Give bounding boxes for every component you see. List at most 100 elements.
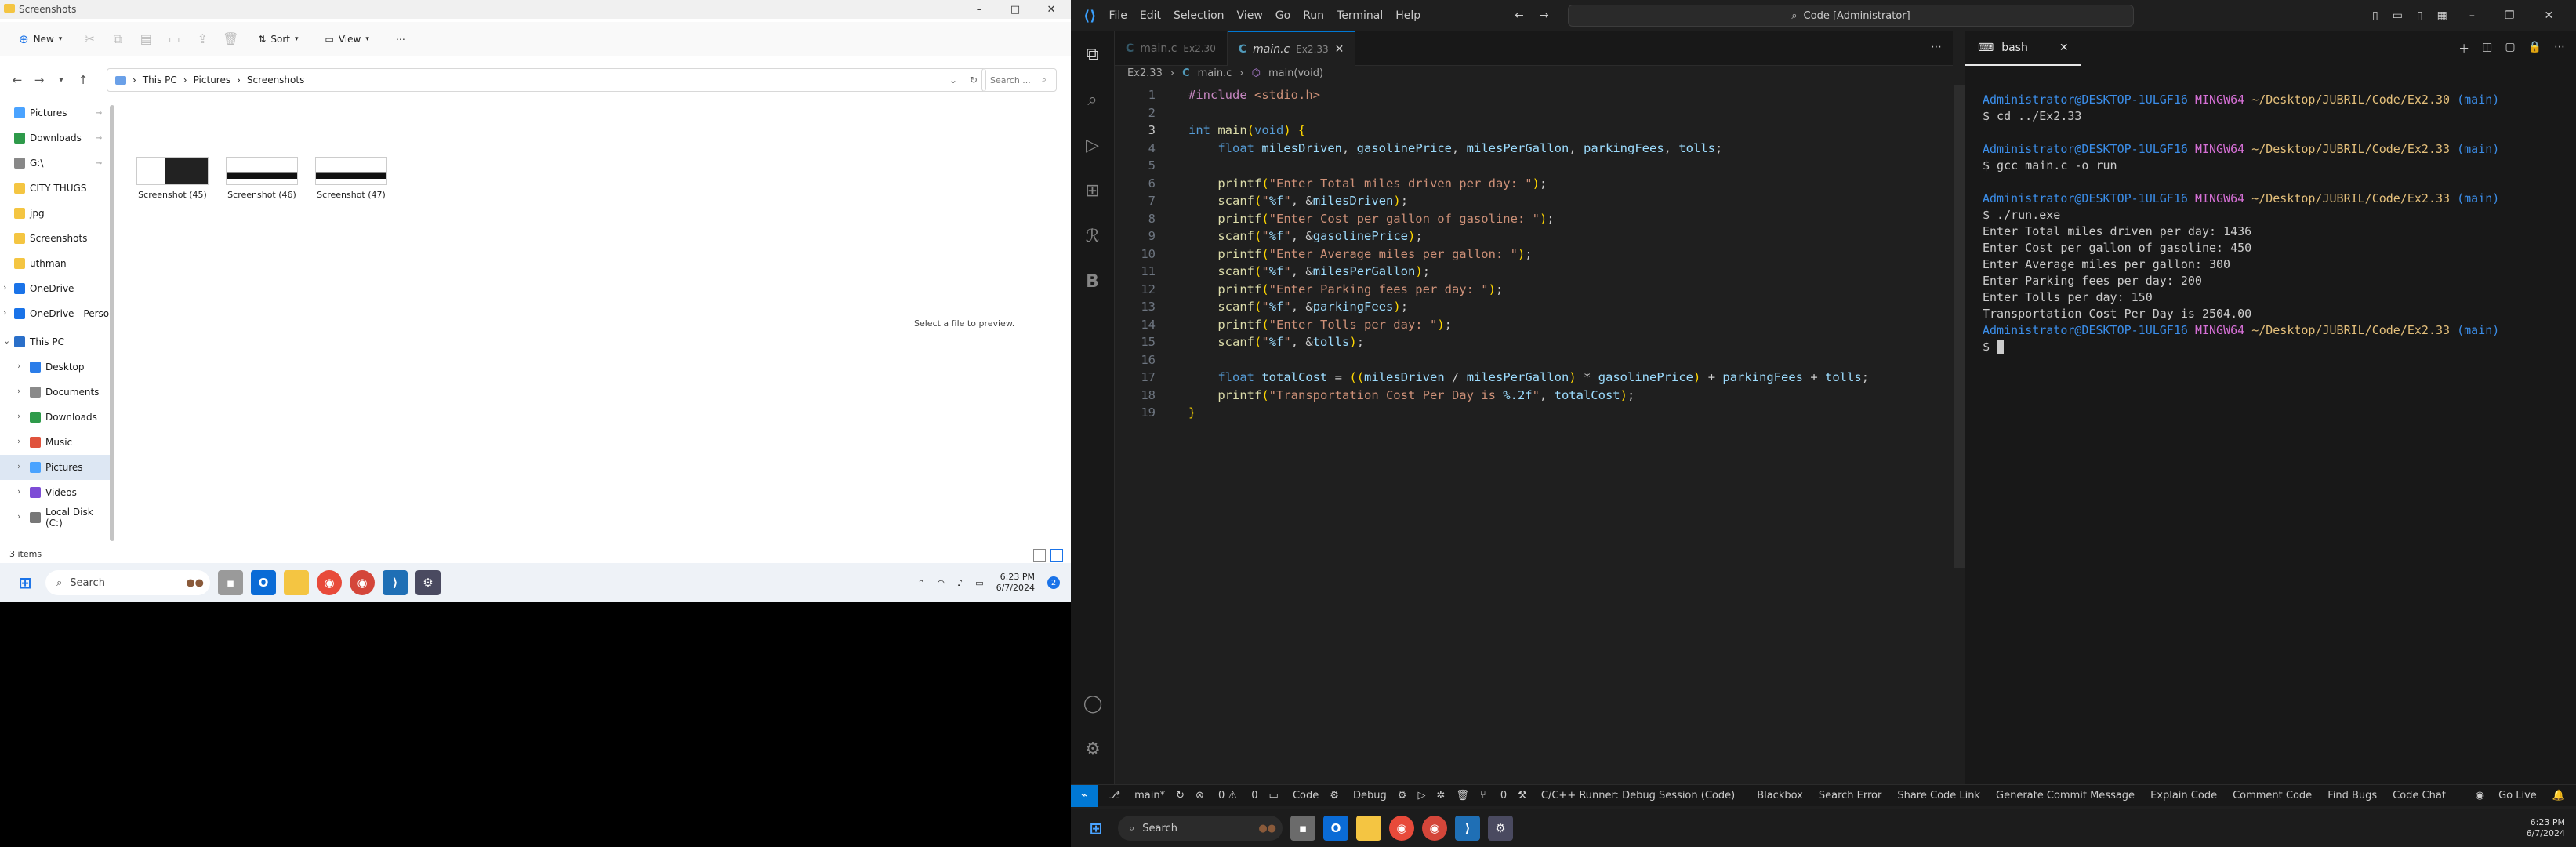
taskbar-search[interactable]: ⌕ Search ●● <box>45 570 210 595</box>
file-item[interactable]: Screenshot (46) <box>223 149 301 200</box>
gear-icon[interactable]: ⚙ <box>1398 790 1407 802</box>
debug-icon[interactable]: ✲ <box>1436 790 1445 802</box>
menu-selection[interactable]: Selection <box>1174 9 1225 22</box>
windows-start-icon[interactable]: ⊞ <box>13 570 38 595</box>
status-item[interactable]: Share Code Link <box>1897 790 1980 802</box>
nav-pc-item[interactable]: › Local Disk (C:) <box>0 505 110 530</box>
task-view-icon[interactable]: ▪ <box>1290 816 1315 841</box>
account-icon[interactable]: ◯ <box>1071 681 1115 726</box>
paste-icon[interactable]: ▤ <box>137 31 154 48</box>
close-tab-icon[interactable]: ✕ <box>1335 43 1344 56</box>
menu-edit[interactable]: Edit <box>1140 9 1161 22</box>
chrome-profile-icon[interactable]: ◉ <box>1422 816 1447 841</box>
minimize-button[interactable]: – <box>2469 9 2475 22</box>
nav-item[interactable]: G:\ ⊸ <box>0 151 110 176</box>
status-item[interactable]: Search Error <box>1819 790 1881 802</box>
code-line[interactable]: scanf("%f", &parkingFees); <box>1188 298 1408 316</box>
chevron-right-icon[interactable]: › <box>17 361 20 371</box>
file-explorer-icon[interactable] <box>284 570 309 595</box>
code-line[interactable]: printf("Enter Parking fees per day: "); <box>1188 281 1503 299</box>
run-icon[interactable]: ▷ <box>1417 790 1425 802</box>
code-line[interactable]: scanf("%f", &gasolinePrice); <box>1188 227 1422 245</box>
notification-badge[interactable]: 2 <box>1047 576 1060 589</box>
bell-icon[interactable]: 🔔 <box>2552 790 2565 802</box>
windows-start-icon[interactable]: ⊞ <box>1083 816 1108 841</box>
code-line[interactable]: scanf("%f", &tolls); <box>1188 333 1364 351</box>
go-live-status[interactable]: ◉ Go Live <box>2476 790 2537 802</box>
chevron-right-icon[interactable]: › <box>17 436 20 446</box>
toggle-panel-icon[interactable]: ▭ <box>2393 9 2403 22</box>
chevron-right-icon[interactable]: › <box>17 411 20 421</box>
more-options-button[interactable]: ⋯ <box>388 29 413 49</box>
status-item[interactable]: Find Bugs <box>2327 790 2377 802</box>
show-hidden-icons[interactable]: ⌃ <box>917 578 924 588</box>
chevron-right-icon[interactable]: › <box>3 282 6 293</box>
code-line[interactable]: float totalCost = ((milesDriven / milesP… <box>1188 369 1869 387</box>
address-bar[interactable]: › This PC › Pictures › Screenshots ⌄ ↻ <box>107 68 986 92</box>
code-line[interactable]: scanf("%f", &milesDriven); <box>1188 192 1408 210</box>
code-line[interactable]: printf("Enter Tolls per day: "); <box>1188 316 1452 334</box>
sort-button[interactable]: ⇅ Sort ▾ <box>250 29 306 49</box>
breadcrumb-this-pc[interactable]: This PC <box>143 75 177 85</box>
status-item[interactable]: Explain Code <box>2150 790 2217 802</box>
code-line[interactable]: printf("Enter Total miles driven per day… <box>1188 175 1547 193</box>
task-view-icon[interactable]: ▪ <box>218 570 243 595</box>
nav-pc-item[interactable]: › Downloads <box>0 405 110 430</box>
forward-arrow-icon[interactable]: → <box>28 73 50 87</box>
close-terminal-icon[interactable]: ✕ <box>2059 42 2069 54</box>
nav-root-item[interactable]: › OneDrive - Perso <box>0 301 110 326</box>
editor-scrollbar[interactable] <box>1954 85 1965 568</box>
settings-icon[interactable]: ⚙ <box>1488 816 1513 841</box>
code-editor[interactable]: 1 #include <stdio.h> 2 3 int main(void) {4 f… <box>1115 85 1930 775</box>
breadcrumb-screenshots[interactable]: Screenshots <box>247 75 304 85</box>
nav-pc-item[interactable]: › Music <box>0 430 110 455</box>
details-view-button[interactable] <box>1033 549 1046 562</box>
trash-icon[interactable]: 🗑 <box>1456 790 1469 802</box>
code-line[interactable]: scanf("%f", &milesPerGallon); <box>1188 263 1430 281</box>
chevron-right-icon[interactable]: › <box>17 461 20 471</box>
status-item[interactable]: Code Chat <box>2393 790 2446 802</box>
nav-item[interactable]: Screenshots <box>0 226 110 251</box>
nav-pc-item[interactable]: › Pictures <box>0 455 110 480</box>
problems-status[interactable]: ⊗ 0 ⚠ 0 <box>1195 790 1258 802</box>
search-icon[interactable]: ⌕ <box>1071 77 1114 122</box>
command-center[interactable]: ⌕ Code [Administrator] <box>1568 5 2134 27</box>
menu-run[interactable]: Run <box>1303 9 1324 22</box>
remote-icon[interactable]: ⌁ <box>1071 784 1098 807</box>
view-button[interactable]: ▭ View ▾ <box>317 29 377 49</box>
clock[interactable]: 6:23 PM 6/7/2024 <box>996 572 1035 594</box>
runner-status[interactable]: ⚒ C/C++ Runner: Debug Session (Code) <box>1518 790 1735 802</box>
nav-item[interactable]: Downloads ⊸ <box>0 125 110 151</box>
clock[interactable]: 6:23 PM 6/7/2024 <box>2527 817 2565 839</box>
nav-item[interactable]: uthman <box>0 251 110 276</box>
sync-icon[interactable]: ↻ <box>1176 790 1185 802</box>
status-item[interactable]: Generate Commit Message <box>1996 790 2135 802</box>
rename-icon[interactable]: ▭ <box>165 31 183 48</box>
chrome-profile-icon[interactable]: ◉ <box>350 570 375 595</box>
nav-root-item[interactable]: ⌄ This PC <box>0 329 110 354</box>
close-button[interactable]: ✕ <box>1033 0 1069 19</box>
file-explorer-icon[interactable] <box>1356 816 1381 841</box>
explorer-icon[interactable]: ⧉ <box>1071 31 1114 77</box>
new-terminal-icon[interactable]: ＋ <box>2458 41 2469 56</box>
chevron-right-icon[interactable]: › <box>3 307 6 318</box>
share-icon[interactable]: ⇪ <box>194 31 211 48</box>
code-line[interactable]: #include <stdio.h> <box>1188 86 1320 104</box>
copilot-icon[interactable]: ℛ <box>1071 213 1114 259</box>
code-line[interactable]: float milesDriven, gasolinePrice, milesP… <box>1188 140 1722 158</box>
menu-terminal[interactable]: Terminal <box>1337 9 1383 22</box>
terminal-tab[interactable]: ⌨ bash ✕ <box>1965 31 2081 66</box>
status-item[interactable]: Blackbox <box>1757 790 1803 802</box>
cut-icon[interactable]: ✂ <box>81 31 98 48</box>
status-item[interactable]: Comment Code <box>2233 790 2312 802</box>
ports-status[interactable]: ⑂ 0 <box>1480 790 1507 802</box>
search-input[interactable]: Search ... ⌕ <box>981 68 1057 92</box>
nav-pc-item[interactable]: › Videos <box>0 480 110 505</box>
lock-icon[interactable]: 🔒 <box>2528 41 2542 56</box>
outlook-icon[interactable]: O <box>1323 816 1348 841</box>
back-arrow-icon[interactable]: ← <box>1515 9 1524 22</box>
code-line[interactable]: } <box>1188 404 1195 422</box>
menu-go[interactable]: Go <box>1275 9 1290 22</box>
terminal-input-line[interactable]: $ <box>1983 340 2005 354</box>
refresh-icon[interactable]: ↻ <box>970 75 978 85</box>
